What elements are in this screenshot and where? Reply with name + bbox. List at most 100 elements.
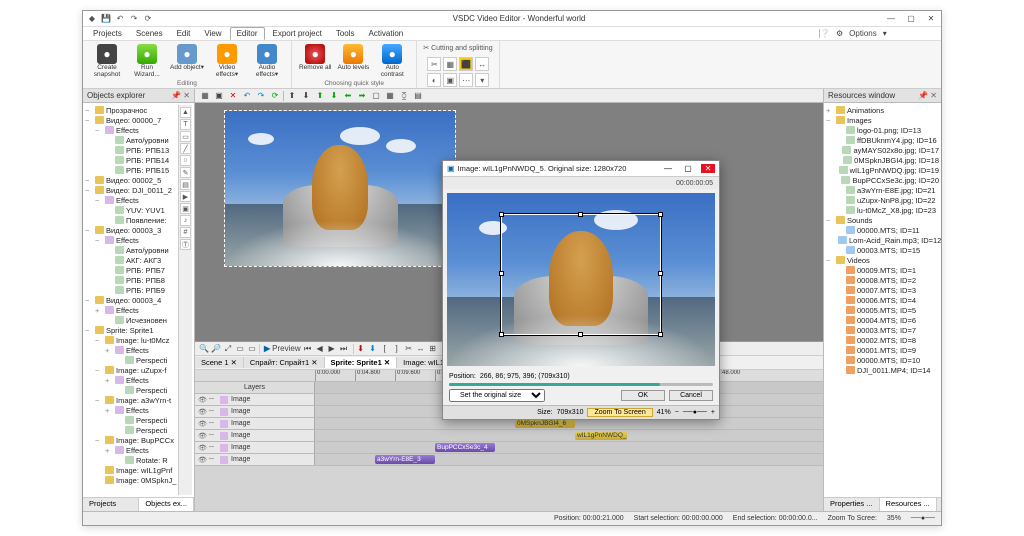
help-icon[interactable]: ❔ [820, 29, 830, 38]
tree-node[interactable]: РПБ: РПБ14 [85, 155, 178, 165]
dialog-titlebar[interactable]: ▣ Image: wIL1gPnNWDQ_5. Original size: 1… [443, 161, 719, 177]
minimize-button[interactable]: — [885, 14, 897, 23]
ct-undo-icon[interactable]: ↶ [241, 91, 253, 100]
timeline-track[interactable]: 👁─Imagea3wYrn-E8E_3 [195, 454, 823, 466]
visibility-icon[interactable]: 👁 [198, 396, 206, 404]
tree-node[interactable]: 00007.MTS; ID=3 [826, 285, 939, 295]
menu-tools[interactable]: Tools [330, 28, 361, 39]
menu-export-project[interactable]: Export project [267, 28, 328, 39]
options-dropdown-icon[interactable]: ▾ [883, 29, 887, 38]
zoom-slider[interactable]: ──●── [683, 409, 707, 416]
tree-node[interactable]: +Animations [826, 105, 939, 115]
ct-align-icon[interactable]: ⬆ [314, 91, 326, 100]
tab-properties[interactable]: Properties ... [824, 498, 880, 511]
menu-activation[interactable]: Activation [363, 28, 410, 39]
ribbon-remove-all[interactable]: ●Remove all [298, 43, 333, 73]
tl-zoomin-icon[interactable]: 🔍 [199, 344, 209, 353]
maximize-button[interactable]: ▢ [905, 14, 917, 23]
tree-node[interactable]: АКГ: АКГ3 [85, 255, 178, 265]
tree-node[interactable]: 00001.MTS; ID=9 [826, 345, 939, 355]
tree-node[interactable]: −Видео: 00003_3 [85, 225, 178, 235]
ct-btn[interactable]: ▤ [412, 91, 424, 100]
tree-node[interactable]: 00000.MTS; ID=10 [826, 355, 939, 365]
timeline-track[interactable]: 👁─ImagewIL1gPnNWDQ_5 [195, 430, 823, 442]
panel-pin-icon[interactable]: 📌 ✕ [171, 91, 190, 100]
ct-refresh-icon[interactable]: ⟳ [269, 91, 281, 100]
tl-fit-icon[interactable]: ⤢ [223, 344, 233, 354]
tree-node[interactable]: Авто/уровни [85, 135, 178, 145]
crop-rectangle[interactable] [501, 214, 662, 335]
ct-magnet-icon[interactable]: ⧲ [398, 91, 410, 101]
tree-node[interactable]: +Effects [85, 345, 178, 355]
tool-video-icon[interactable]: ▶ [180, 191, 191, 202]
tree-node[interactable]: −Видео: 00000_7 [85, 115, 178, 125]
ct-align-icon[interactable]: ➡ [356, 91, 368, 100]
tree-node[interactable]: +Effects [85, 445, 178, 455]
zoom-to-screen-button[interactable]: Zoom To Screen [587, 408, 652, 417]
tree-node[interactable]: BupPCCxSe3c.jpg; ID=20 [826, 175, 939, 185]
tree-node[interactable]: −Images [826, 115, 939, 125]
tree-node[interactable]: YUV: YUV1 [85, 205, 178, 215]
tl-cut-icon[interactable]: ✂ [404, 344, 414, 353]
visibility-icon[interactable]: 👁 [198, 444, 206, 452]
ct-btn[interactable]: ▦ [384, 91, 396, 100]
tree-node[interactable]: Авто/уровни [85, 245, 178, 255]
tree-node[interactable]: +Effects [85, 405, 178, 415]
tab-objects-explorer[interactable]: Objects ex... [139, 498, 194, 511]
zoom-in-icon[interactable]: + [711, 409, 715, 416]
ct-btn[interactable]: ▦ [199, 91, 211, 100]
tl-zoomout-icon[interactable]: 🔎 [211, 344, 221, 353]
tree-node[interactable]: −Видео: 00002_5 [85, 175, 178, 185]
timeline-tab[interactable]: Спрайт: Спрайт1 ✕ [244, 357, 325, 368]
tree-node[interactable]: −Sprite: Sprite1 [85, 325, 178, 335]
visibility-icon[interactable]: 👁 [198, 432, 206, 440]
tl-btn[interactable]: ▭ [235, 344, 245, 353]
ok-button[interactable]: OK [621, 390, 665, 401]
visibility-icon[interactable]: 👁 [198, 456, 206, 464]
tree-node[interactable]: РПБ: РПБ13 [85, 145, 178, 155]
tree-node[interactable]: Исчезновен [85, 315, 178, 325]
ct-redo-icon[interactable]: ↷ [255, 91, 267, 100]
tree-node[interactable]: +Effects [85, 375, 178, 385]
tree-node[interactable]: 00004.MTS; ID=6 [826, 315, 939, 325]
tree-node[interactable]: Perspecti [85, 425, 178, 435]
ct-cut-icon[interactable]: ✕ [227, 91, 239, 100]
tree-node[interactable]: 00008.MTS; ID=2 [826, 275, 939, 285]
ribbon-add-object-[interactable]: ●Add object▾ [169, 43, 205, 73]
tree-node[interactable]: РПБ: РПБ9 [85, 285, 178, 295]
tool-btn-1[interactable]: ✂ [427, 57, 441, 71]
visibility-icon[interactable]: 👁 [198, 408, 206, 416]
position-slider[interactable] [449, 383, 713, 386]
tree-node[interactable]: Появление: [85, 215, 178, 225]
ribbon-auto-levels[interactable]: ●Auto levels [337, 43, 371, 73]
qat-redo-icon[interactable]: ↷ [129, 14, 139, 24]
menu-projects[interactable]: Projects [87, 28, 128, 39]
tool-line-icon[interactable]: ╱ [180, 143, 191, 154]
tool-text-icon[interactable]: T [180, 119, 191, 130]
tool-btn-8[interactable]: ▾ [475, 73, 489, 87]
tree-node[interactable]: −Effects [85, 235, 178, 245]
close-button[interactable]: ✕ [925, 14, 937, 23]
tool-btn-3[interactable]: ⬛ [459, 57, 473, 71]
tool-btn-7[interactable]: ⋯ [459, 73, 473, 87]
status-zoom-slider[interactable]: ──●── [911, 515, 935, 522]
tool-image-icon[interactable]: ▣ [180, 203, 191, 214]
play-icon[interactable]: ▶ [264, 344, 270, 353]
tool-counter-icon[interactable]: # [180, 227, 191, 238]
tree-node[interactable]: Lom-Acid_Rain.mp3; ID=12 [826, 235, 939, 245]
tool-btn-4[interactable]: ↔ [475, 57, 489, 71]
cancel-button[interactable]: Cancel [669, 390, 713, 401]
qat-undo-icon[interactable]: ↶ [115, 14, 125, 24]
timeline-track[interactable]: 👁─ImageBupPCCxSe3c_4 [195, 442, 823, 454]
prev-first-icon[interactable]: ⏮ [303, 344, 313, 354]
tl-btn[interactable]: ↔ [416, 344, 426, 353]
ct-align-icon[interactable]: ⬇ [300, 91, 312, 100]
ct-btn[interactable]: ▣ [213, 91, 225, 100]
tool-btn-5[interactable]: ◐ [427, 73, 441, 87]
timeline-clip[interactable]: a3wYrn-E8E_3 [375, 455, 435, 464]
tree-node[interactable]: 00000.MTS; ID=11 [826, 225, 939, 235]
zoom-out-icon[interactable]: − [675, 409, 679, 416]
tool-btn-6[interactable]: ▣ [443, 73, 457, 87]
menu-editor[interactable]: Editor [230, 27, 265, 40]
tree-node[interactable]: −Sounds [826, 215, 939, 225]
